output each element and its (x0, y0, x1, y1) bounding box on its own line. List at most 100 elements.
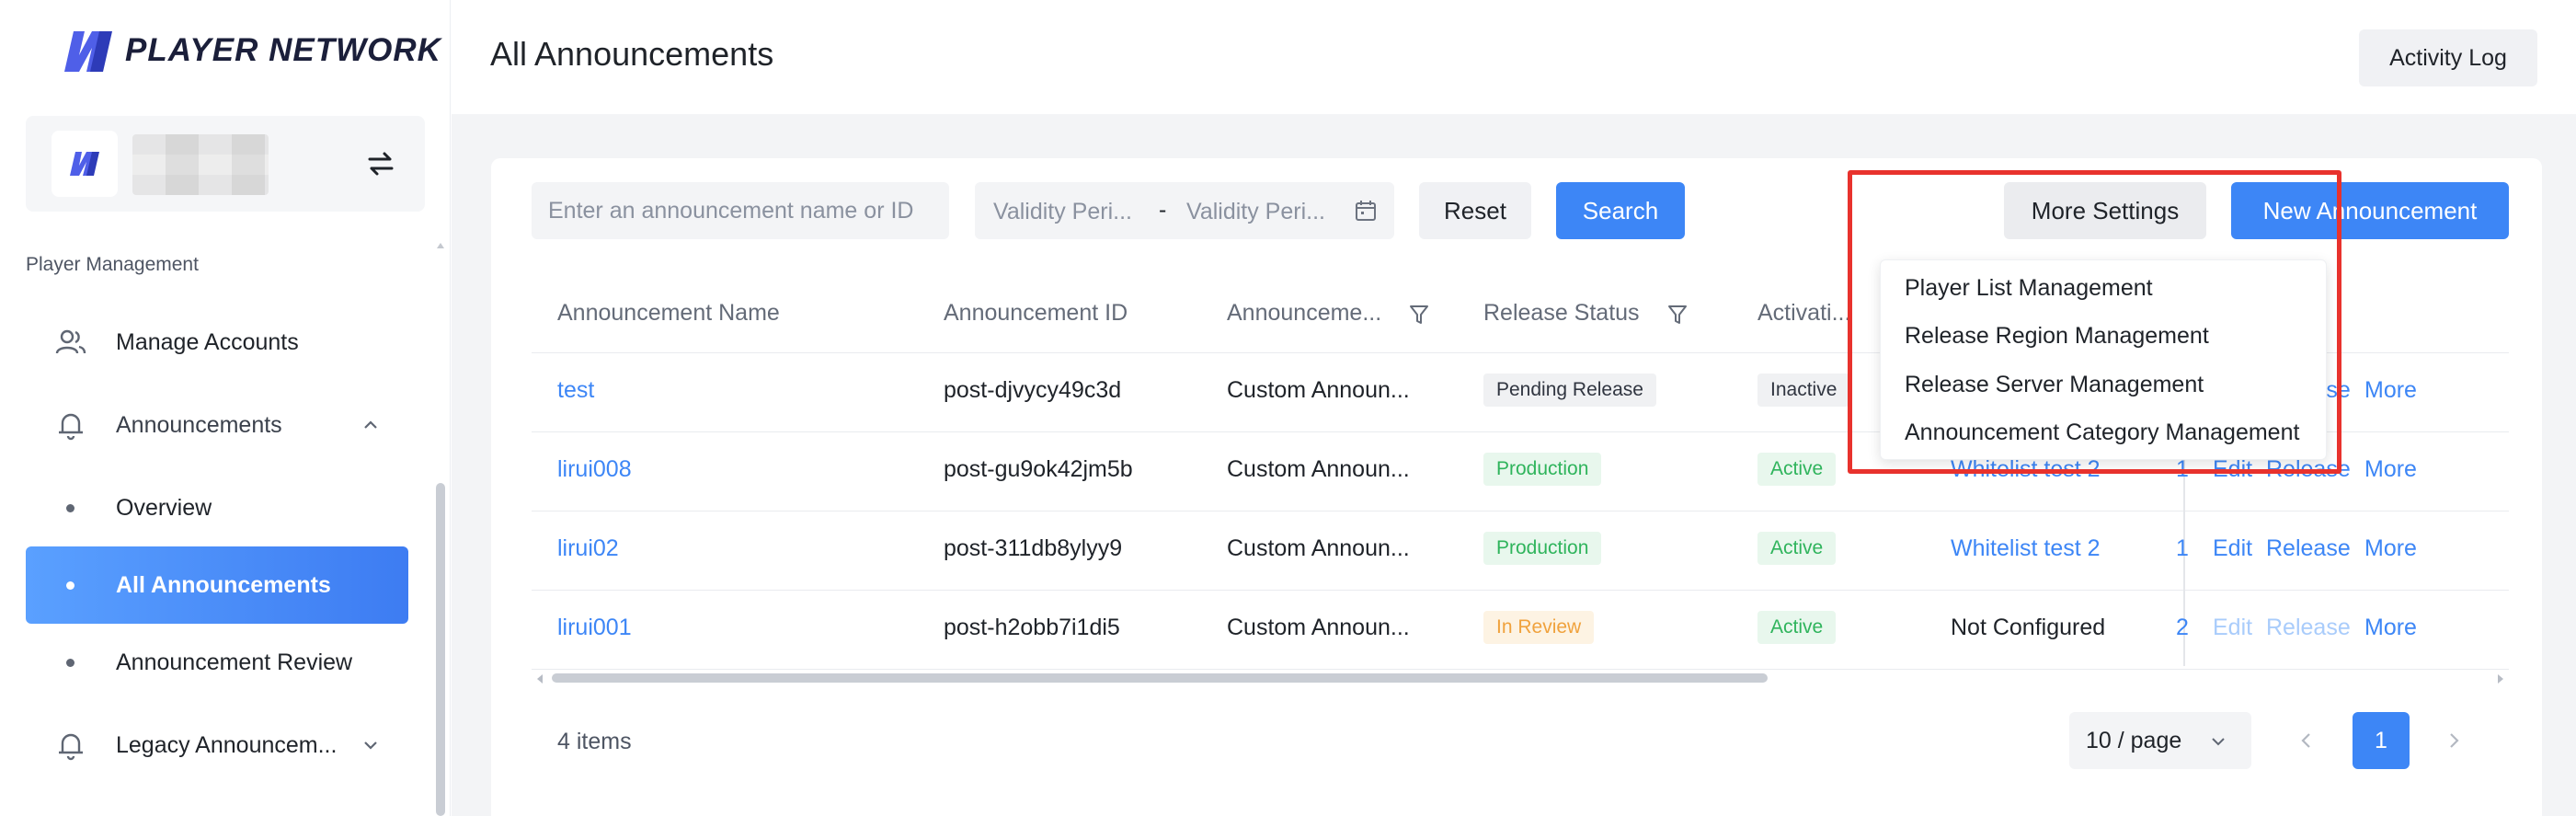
validity-start-field[interactable]: Validity Peri... (993, 199, 1132, 225)
edit-action-disabled: Edit (2213, 615, 2253, 640)
announcement-type: Custom Announ... (1227, 615, 1410, 640)
page-header: All Announcements Activity Log (452, 0, 2576, 114)
more-action[interactable]: More (2364, 535, 2417, 562)
sidebar-item-manage-accounts[interactable]: Manage Accounts (26, 304, 408, 381)
more-action[interactable]: More (2364, 456, 2417, 483)
sidebar-item-overview[interactable]: Overview (26, 469, 408, 546)
sidebar: PLAYER NETWORK Player Management Manage … (0, 0, 451, 816)
activation-badge: Active (1757, 453, 1837, 486)
row-extra-value: 1 (2176, 535, 2189, 561)
bullet-icon (66, 658, 74, 667)
release-action[interactable]: Release (2266, 456, 2351, 483)
whitelist-link[interactable]: Whitelist test 2 (1951, 535, 2101, 562)
sidebar-scrollbar[interactable] (436, 483, 445, 816)
chevron-down-icon (364, 741, 377, 750)
page-number-button[interactable]: 1 (2353, 712, 2410, 769)
column-header-announcement-id: Announcement ID (944, 300, 1128, 326)
status-badge: Production (1483, 453, 1602, 486)
player-network-logo-icon (64, 31, 112, 72)
activation-badge: Active (1757, 532, 1837, 565)
announcement-id: post-311db8ylyy9 (944, 535, 1123, 561)
previous-page-icon[interactable] (2296, 727, 2318, 754)
announcement-type: Custom Announ... (1227, 456, 1410, 482)
row-extra-value: 1 (2176, 456, 2189, 482)
chevron-down-icon (2212, 738, 2225, 746)
menu-item-player-list-management[interactable]: Player List Management (1905, 275, 2153, 302)
sidebar-item-label: Announcements (116, 411, 282, 438)
more-action[interactable]: More (2364, 615, 2417, 641)
logo[interactable]: PLAYER NETWORK (57, 28, 441, 74)
column-header-activation: Activati... (1757, 300, 1851, 326)
scroll-left-arrow-icon[interactable] (537, 674, 543, 684)
activation-badge: Active (1757, 611, 1837, 644)
status-badge: In Review (1483, 611, 1595, 644)
column-header-announcement-name: Announcement Name (557, 300, 780, 326)
scroll-right-arrow-icon[interactable] (2498, 674, 2503, 684)
edit-action[interactable]: Edit (2213, 535, 2252, 562)
sidebar-item-all-announcements[interactable]: All Announcements (26, 546, 408, 624)
status-badge: Pending Release (1483, 374, 1656, 407)
status-badge: Production (1483, 532, 1602, 565)
announcement-name-link[interactable]: lirui001 (557, 615, 632, 641)
column-header-release-status: Release Status (1483, 300, 1640, 326)
sidebar-item-legacy-announcements[interactable]: Legacy Announcem... (26, 707, 408, 784)
sidebar-item-label: Manage Accounts (116, 328, 299, 355)
announcement-id: post-gu9ok42jm5b (944, 456, 1133, 482)
users-icon (55, 329, 86, 354)
new-announcement-button[interactable]: New Announcement (2231, 182, 2509, 239)
release-action[interactable]: Release (2266, 535, 2351, 562)
search-input[interactable]: Enter an announcement name or ID (532, 182, 949, 239)
menu-item-release-server-management[interactable]: Release Server Management (1905, 372, 2204, 398)
sidebar-item-announcement-review[interactable]: Announcement Review (26, 624, 408, 701)
validity-period-range-picker[interactable]: Validity Peri... - Validity Peri... (975, 182, 1394, 239)
page-title: All Announcements (490, 35, 774, 73)
next-page-icon[interactable] (2443, 727, 2465, 754)
announcement-name-link[interactable]: lirui008 (557, 456, 632, 483)
search-button[interactable]: Search (1556, 182, 1685, 239)
announcement-name-link[interactable]: test (557, 377, 594, 404)
bullet-icon (66, 503, 74, 512)
brand-name: PLAYER NETWORK (125, 32, 441, 68)
sidebar-item-label: All Announcements (116, 571, 331, 598)
account-card[interactable] (26, 116, 425, 212)
date-separator: - (1159, 197, 1167, 223)
bell-icon (59, 413, 83, 441)
reset-button[interactable]: Reset (1419, 182, 1531, 239)
row-divider (532, 669, 2509, 670)
chevron-up-icon (364, 420, 377, 429)
announcement-name-link[interactable]: lirui02 (557, 535, 619, 562)
activity-log-button[interactable]: Activity Log (2359, 29, 2537, 86)
menu-item-announcement-category-management[interactable]: Announcement Category Management (1905, 419, 2299, 446)
page-size-select[interactable]: 10 / page (2069, 712, 2251, 769)
edit-action[interactable]: Edit (2213, 456, 2252, 483)
sidebar-item-label: Announcement Review (116, 649, 353, 675)
announcement-id: post-h2obb7i1di5 (944, 615, 1120, 640)
bell-icon (59, 733, 83, 761)
filter-icon[interactable] (1409, 304, 1429, 326)
account-logo-icon (70, 152, 99, 176)
sidebar-item-label: Overview (116, 494, 212, 521)
whitelist-value: Not Configured (1951, 615, 2106, 640)
menu-item-release-region-management[interactable]: Release Region Management (1905, 323, 2209, 350)
switch-account-icon[interactable] (364, 147, 397, 180)
table-horizontal-scrollbar[interactable] (552, 673, 1768, 683)
release-action-disabled: Release (2266, 615, 2351, 640)
validity-end-field[interactable]: Validity Peri... (1186, 199, 1325, 225)
row-divider (532, 590, 2509, 591)
more-settings-button[interactable]: More Settings (2004, 182, 2206, 239)
sidebar-item-announcements[interactable]: Announcements (26, 386, 408, 464)
scroll-up-arrow-icon[interactable] (436, 241, 445, 250)
more-settings-dropdown: Player List Management Release Region Ma… (1880, 259, 2327, 460)
announcement-type: Custom Announ... (1227, 535, 1410, 561)
row-extra-value: 2 (2176, 615, 2189, 640)
items-count: 4 items (557, 729, 632, 754)
bullet-icon (66, 580, 74, 590)
activation-badge: Inactive (1757, 374, 1850, 407)
more-action[interactable]: More (2364, 377, 2417, 404)
announcement-id: post-djvycy49c3d (944, 377, 1122, 403)
account-name-redacted (132, 134, 269, 195)
sidebar-item-label: Legacy Announcem... (116, 731, 338, 758)
whitelist-link[interactable]: Whitelist test 2 (1951, 456, 2101, 483)
filter-icon[interactable] (1667, 304, 1688, 326)
calendar-icon (1356, 201, 1376, 221)
